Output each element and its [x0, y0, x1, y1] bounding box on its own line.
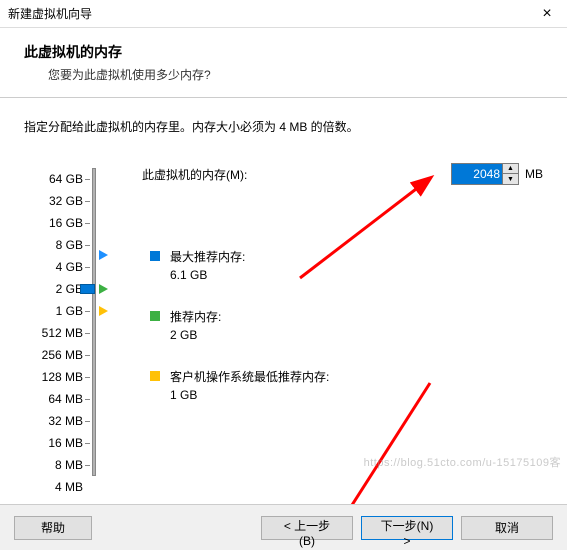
- scale-label: 32 MB: [24, 410, 89, 432]
- memory-input[interactable]: [451, 163, 503, 185]
- tick: [85, 311, 90, 312]
- nav-button-group: < 上一步(B) 下一步(N) > 取消: [261, 516, 553, 540]
- marker-rec-icon: [99, 284, 108, 294]
- info-min: 客户机操作系统最低推荐内存: 1 GB: [150, 368, 329, 404]
- info-max-label: 最大推荐内存:: [170, 248, 245, 266]
- scale-label: 64 MB: [24, 388, 89, 410]
- info-max-value: 6.1 GB: [170, 266, 245, 284]
- page-title: 此虚拟机的内存: [24, 42, 567, 62]
- watermark: https://blog.51cto.com/u-15175109客: [364, 454, 561, 470]
- tick: [85, 201, 90, 202]
- spinner-up-button[interactable]: ▲: [503, 164, 518, 174]
- info-rec: 推荐内存: 2 GB: [150, 308, 329, 344]
- scale-label: 4 MB: [24, 476, 89, 498]
- scale-label: 32 GB: [24, 190, 89, 212]
- close-button[interactable]: ×: [527, 0, 567, 28]
- info-max: 最大推荐内存: 6.1 GB: [150, 248, 329, 284]
- info-section: 最大推荐内存: 6.1 GB 推荐内存: 2 GB 客户机操作系统最低推荐内存:…: [150, 248, 329, 428]
- help-button[interactable]: 帮助: [14, 516, 92, 540]
- tick: [85, 333, 90, 334]
- memory-spinner: ▲ ▼: [503, 163, 519, 185]
- tick: [85, 465, 90, 466]
- scale-label: 64 GB: [24, 168, 89, 190]
- tick: [85, 355, 90, 356]
- info-rec-value: 2 GB: [170, 326, 221, 344]
- scale-label: 512 MB: [24, 322, 89, 344]
- scale-label: 8 GB: [24, 234, 89, 256]
- scale-label: 256 MB: [24, 344, 89, 366]
- tick: [85, 223, 90, 224]
- scale-label: 16 MB: [24, 432, 89, 454]
- memory-slider-thumb[interactable]: [80, 284, 95, 294]
- back-button[interactable]: < 上一步(B): [261, 516, 353, 540]
- wizard-footer: 帮助 < 上一步(B) 下一步(N) > 取消: [0, 504, 567, 550]
- scale-label: 1 GB: [24, 300, 89, 322]
- memory-label: 此虚拟机的内存(M):: [142, 166, 247, 183]
- square-icon: [150, 311, 160, 321]
- info-min-label: 客户机操作系统最低推荐内存:: [170, 368, 329, 386]
- scale-label: 128 MB: [24, 366, 89, 388]
- scale-label: 16 GB: [24, 212, 89, 234]
- memory-unit: MB: [525, 167, 543, 181]
- info-text: 最大推荐内存: 6.1 GB: [170, 248, 245, 284]
- memory-row: 此虚拟机的内存(M): ▲ ▼ MB: [24, 163, 543, 185]
- tick: [85, 377, 90, 378]
- scale-label: 4 GB: [24, 256, 89, 278]
- tick: [85, 399, 90, 400]
- page-subtitle: 您要为此虚拟机使用多少内存?: [48, 66, 567, 83]
- cancel-button[interactable]: 取消: [461, 516, 553, 540]
- wizard-header: 此虚拟机的内存 您要为此虚拟机使用多少内存?: [0, 28, 567, 98]
- info-rec-label: 推荐内存:: [170, 308, 221, 326]
- spinner-down-button[interactable]: ▼: [503, 174, 518, 184]
- marker-max-icon: [99, 250, 108, 260]
- tick: [85, 421, 90, 422]
- instruction-text: 指定分配给此虚拟机的内存里。内存大小必须为 4 MB 的倍数。: [24, 118, 543, 135]
- info-text: 客户机操作系统最低推荐内存: 1 GB: [170, 368, 329, 404]
- tick: [85, 443, 90, 444]
- window-title: 新建虚拟机向导: [8, 5, 92, 22]
- titlebar: 新建虚拟机向导 ×: [0, 0, 567, 28]
- tick: [85, 179, 90, 180]
- scale-label: 8 MB: [24, 454, 89, 476]
- next-button[interactable]: 下一步(N) >: [361, 516, 453, 540]
- info-text: 推荐内存: 2 GB: [170, 308, 221, 344]
- memory-slider-track[interactable]: [92, 168, 96, 476]
- memory-input-group: ▲ ▼ MB: [451, 163, 543, 185]
- info-min-value: 1 GB: [170, 386, 329, 404]
- square-icon: [150, 371, 160, 381]
- square-icon: [150, 251, 160, 261]
- content-area: 指定分配给此虚拟机的内存里。内存大小必须为 4 MB 的倍数。 此虚拟机的内存(…: [0, 98, 567, 518]
- memory-scale: 64 GB 32 GB 16 GB 8 GB 4 GB 2 GB 1 GB 51…: [24, 168, 89, 498]
- tick: [85, 267, 90, 268]
- marker-min-icon: [99, 306, 108, 316]
- tick: [85, 245, 90, 246]
